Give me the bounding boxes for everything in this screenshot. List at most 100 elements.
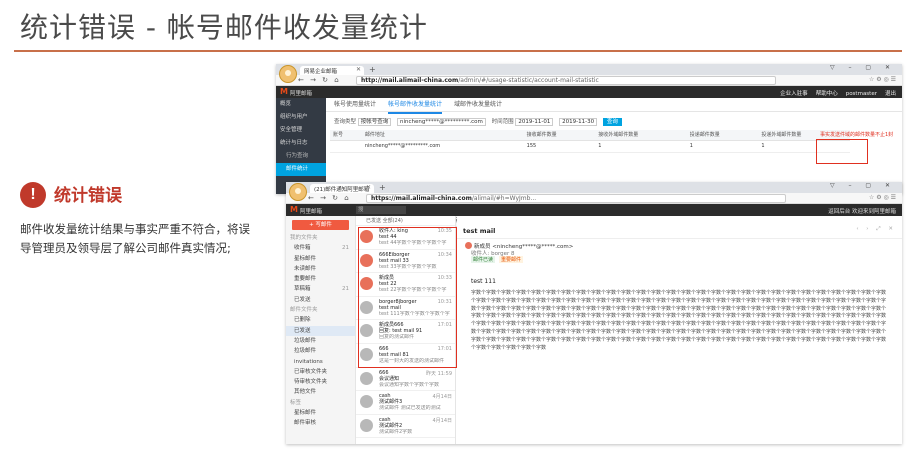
message-preview: 测试邮件2字数 <box>379 428 413 435</box>
address-bar[interactable]: http://mail.alimail-china.com/admin/#/us… <box>356 76 776 85</box>
sidebar-item[interactable]: 安全管理 <box>276 124 326 137</box>
annotation-note: 事实发送件域的邮件数量不止1封 <box>820 132 894 138</box>
folder-item[interactable]: 草稿箱 21 <box>286 284 355 294</box>
logo-icon: M <box>290 205 298 214</box>
read-body: 字数个字数个字数个字数个字数个字数个字数个字数个字数个字数个字数个字数个字数个字… <box>471 290 887 351</box>
column-header: 账号 <box>330 130 362 141</box>
sidebar-item[interactable]: 概览 <box>276 98 326 111</box>
reading-pane: test mail ‹ › ⤢ ✕ 新成员 <nincheng*****@***… <box>457 216 902 444</box>
stat-tab[interactable]: 域邮件收发量统计 <box>454 98 502 112</box>
read-tags: 邮件已读 重要邮件 <box>471 256 527 263</box>
query-type-select[interactable]: 按帐号查询 <box>357 117 392 126</box>
nav-bar: ← → ↻ ⌂ https://mail.alimail-china.com/a… <box>286 193 902 204</box>
folder-item[interactable]: 重要邮件 <box>286 274 355 284</box>
stat-tab[interactable]: 帐号使用量统计 <box>334 98 376 112</box>
message-time: 4月14日 <box>432 394 452 401</box>
date-from-input[interactable]: 2019-11-01 <box>515 117 554 126</box>
time-range-label: 时间范围 <box>491 119 514 125</box>
folder-label: 草稿箱 <box>294 286 311 293</box>
nav-buttons[interactable]: ← → ↻ ⌂ <box>308 194 351 202</box>
search-button[interactable]: 查询 <box>602 117 622 126</box>
account-input[interactable]: nincheng*****@*********.com <box>397 117 486 126</box>
date-to-input[interactable]: 2019-11-30 <box>559 117 598 126</box>
table-row: nincheng*****@*********.com 155 1 1 1 <box>330 140 850 153</box>
top-nav-link[interactable]: postmaster <box>846 91 877 97</box>
new-tab-icon[interactable]: + <box>379 183 386 192</box>
column-header: 投递邮件数量 <box>686 130 759 141</box>
sidebar-item[interactable]: 行为查询 <box>276 150 326 163</box>
browser-tab[interactable]: (21)邮件通知阿里邮箱 ✕ <box>310 184 374 193</box>
table-cell: 1 <box>686 140 759 153</box>
top-nav-link[interactable]: 企业入驻事 <box>780 91 808 97</box>
slide-title: 统计错误 - 帐号邮件收发量统计 <box>20 11 428 44</box>
window-controls[interactable]: ▽ – ▢ ✕ <box>830 64 896 71</box>
reading-tools[interactable]: ‹ › ⤢ ✕ <box>856 226 896 233</box>
list-item[interactable]: cash 4月14日 测试邮件3 测试邮件 测试已发送的测试 <box>356 391 455 415</box>
logo-text: 阿里邮箱 <box>300 209 323 215</box>
search-input[interactable]: 搜 <box>356 206 406 214</box>
list-item[interactable]: cash 4月14日 测试邮件2 测试邮件2字数 <box>356 415 455 439</box>
avatar <box>360 395 373 409</box>
url-path: /alimail/#h=WyJmb... <box>471 195 537 202</box>
logo-text: 阿里邮箱 <box>290 91 313 97</box>
window-controls[interactable]: ▽ – ▢ ✕ <box>830 182 896 189</box>
folder-item[interactable]: 星标邮件 <box>286 254 355 264</box>
header-links[interactable]: 返回后台 欢迎来到阿里邮箱 <box>828 207 896 215</box>
browser-extension-icons[interactable]: ☆ ⚙ ◎ ☰ <box>869 194 896 201</box>
top-nav-link[interactable]: 帮助中心 <box>816 91 838 97</box>
highlight-box <box>816 139 868 164</box>
table-cell: 155 <box>523 140 596 153</box>
folder-item[interactable]: 星标邮件 <box>286 408 355 418</box>
folder-label: 已发送 <box>294 327 311 334</box>
folder-label: 未读邮件 <box>294 265 317 272</box>
folder-label: invitations <box>294 358 323 365</box>
stat-tab[interactable]: 帐号邮件收发量统计 <box>388 98 443 114</box>
message-time: 4月14日 <box>432 417 452 424</box>
folder-item[interactable]: invitations <box>286 357 355 367</box>
nav-buttons[interactable]: ← → ↻ ⌂ <box>298 76 341 84</box>
compose-button[interactable]: + 写邮件 <box>292 220 349 230</box>
stat-table-header: 账号 邮件地址 接收邮件数量 接收外域邮件数量 投递邮件数量 投递外域邮件数量 <box>330 130 850 141</box>
browser-tab[interactable]: 网易企业邮箱 ✕ <box>300 66 364 75</box>
close-icon[interactable]: ✕ <box>366 184 371 191</box>
logo-icon: M <box>280 87 288 96</box>
folder-item[interactable]: 已删除 <box>286 315 355 325</box>
folder-item[interactable]: 垃圾邮件 <box>286 336 355 346</box>
message-preview: 会议通知字数个字数个字数 <box>379 381 440 388</box>
folder-item[interactable]: 收件箱 21 <box>286 243 355 253</box>
folder-item[interactable]: 已审核文件夹 <box>286 367 355 377</box>
folder-item[interactable]: 未读邮件 <box>286 264 355 274</box>
folder-label: 垃圾邮件 <box>294 337 317 344</box>
folder-group-header: 标签 <box>286 398 355 408</box>
column-header: 接收邮件数量 <box>523 130 596 141</box>
exclamation-icon: ! <box>20 182 46 208</box>
folder-item[interactable]: 拉圾邮件 <box>286 346 355 356</box>
mail-sidebar: + 写邮件 我的文件夹 收件箱 21 星标邮件 未读邮件 重要邮件 草稿箱 21 已发送 邮件文件… <box>286 216 356 444</box>
new-tab-icon[interactable]: + <box>369 65 376 74</box>
message-preview: 测试邮件 测试已发送的测试 <box>379 405 441 412</box>
address-bar[interactable]: https://mail.alimail-china.com/alimail/#… <box>366 194 786 203</box>
folder-item[interactable]: 已发送 <box>286 295 355 305</box>
folder-label: 待审核文件夹 <box>294 379 328 386</box>
close-icon[interactable]: ✕ <box>356 66 361 73</box>
folder-item[interactable]: 邮件审核 <box>286 418 355 428</box>
folder-label: 已审核文件夹 <box>294 368 328 375</box>
user-avatar[interactable] <box>279 65 297 83</box>
sidebar-item[interactable]: 邮件统计 <box>276 163 326 176</box>
user-avatar[interactable] <box>289 183 307 201</box>
sidebar-item[interactable]: 组织与用户 <box>276 111 326 124</box>
status-badge: 重要邮件 <box>499 256 524 263</box>
admin-top-nav: 企业入驻事 帮助中心 postmaster 退出 <box>772 89 896 97</box>
list-item[interactable]: 666 昨天 11:59 会议通知 会议通知字数个字数个字数 <box>356 368 455 392</box>
browser-extension-icons[interactable]: ☆ ⚙ ◎ ☰ <box>869 76 896 83</box>
folder-item[interactable]: 其他文件 <box>286 387 355 397</box>
folder-item[interactable]: 已发送 <box>286 325 355 336</box>
folder-label: 已发送 <box>294 296 311 303</box>
folder-label: 重要邮件 <box>294 276 317 283</box>
folder-label: 拉圾邮件 <box>294 348 317 355</box>
sidebar-item[interactable]: 统计与日志 <box>276 137 326 150</box>
callout-title: 统计错误 <box>54 186 122 206</box>
folder-item[interactable]: 待审核文件夹 <box>286 377 355 387</box>
top-nav-link[interactable]: 退出 <box>885 91 896 97</box>
url-host: https://mail.alimail-china.com <box>371 195 472 202</box>
